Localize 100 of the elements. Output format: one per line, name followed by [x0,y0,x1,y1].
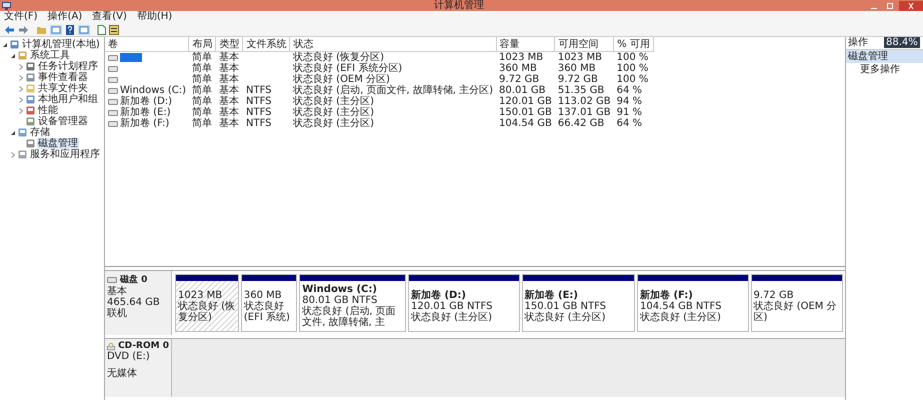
menu-item[interactable]: 查看(V) [92,11,127,23]
tree-item[interactable]: 设备管理器 [37,116,89,127]
expanded-arrow-icon[interactable] [2,42,8,48]
partition-size: 80.01 GB NTFS [302,295,378,306]
table-cell: 基本 [218,63,239,74]
menu-item[interactable]: 文件(F) [4,11,38,23]
tree-item[interactable]: 性能 [37,105,59,116]
table-cell: 状态良好 (启动, 页面文件, 故障转储, 主分区) [292,85,494,96]
action-link[interactable]: 更多操作 [846,63,923,76]
column-header[interactable]: 容量 [496,37,555,52]
forward-arrow-icon[interactable] [18,24,29,34]
table-cell: 91 % [616,107,642,118]
partition-block[interactable]: 新加卷 (E:) 150.01 GB NTFS 状态良好 (主分区) [522,274,635,332]
table-cell: 状态良好 (主分区) [292,96,374,107]
column-header[interactable]: 卷 [105,37,189,52]
table-cell: 简单 [192,52,212,63]
partition-size: 150.01 GB NTFS [524,300,608,312]
table-cell: 9.72 GB [499,74,540,85]
table-cell: 360 MB [558,63,596,74]
properties-icon[interactable] [109,24,119,34]
disk-info: 无媒体 [107,368,138,379]
table-cell: 状态良好 (OEM 分区) [292,74,390,85]
tree-item[interactable]: 本地用户和组 [37,94,99,105]
column-header[interactable]: 可用空间 [554,37,614,52]
table-cell: 80.01 GB [499,85,546,96]
disk-info: 基本 [107,286,128,297]
partition-size: 360 MB [244,290,283,300]
table-cell: 简单 [192,118,212,129]
table-cell: 100 % [616,52,648,63]
column-header[interactable]: 文件系统 [242,37,290,52]
tree-node-icon [18,128,27,137]
menu-item[interactable]: 帮助(H) [136,11,172,23]
disk-name: CD-ROM 0 [118,341,169,351]
expanded-arrow-icon[interactable] [10,52,16,58]
partition-block[interactable]: 新加卷 (D:) 120.01 GB NTFS 状态良好 (主分区) [408,274,520,332]
partition-block[interactable]: 新加卷 (F:) 104.54 GB NTFS 状态良好 (主分区) [636,274,749,332]
column-header[interactable]: 布局 [188,37,216,52]
panel-icon[interactable] [50,24,62,34]
expanded-arrow-icon[interactable] [10,130,16,136]
document-icon[interactable] [97,24,106,34]
table-cell: 100 % [616,74,648,85]
table-cell: 基本 [218,52,239,63]
partition-status: 状态良好 (主分区) [640,312,722,322]
partition-block[interactable]: 9.72 GB 状态良好 (OEM 分区) [750,274,843,332]
partition-size: 120.01 GB NTFS [410,300,494,312]
table-cell: 1023 MB [499,52,544,63]
tree-node-icon [18,150,27,159]
partition-status: 状态良好 (EFI 系统) [244,300,291,322]
column-header[interactable]: 状态 [290,37,496,52]
table-cell: 基本 [218,74,239,85]
table-cell: NTFS [246,107,272,118]
tree-item[interactable]: 任务计划程序 [37,61,99,72]
partition-block[interactable]: 360 MB 状态良好 (EFI 系统) [240,274,298,332]
table-cell: 9.72 GB [558,74,598,85]
tree-item[interactable]: 共享文件夹 [37,83,89,94]
table-cell: 简单 [192,63,212,74]
table-cell: 基本 [218,96,239,107]
table-cell: 简单 [192,85,212,96]
tree-node-icon [26,73,35,82]
column-header[interactable]: % 可用 [614,37,654,52]
tree-item[interactable]: 磁盘管理 [37,138,79,149]
table-cell: 51.35 GB [558,85,604,96]
table-cell: NTFS [246,85,272,96]
table-cell: 1023 MB [558,52,602,63]
back-arrow-icon[interactable] [4,24,15,34]
partition-status: 状态良好 (主分区) [524,312,607,322]
percentage-tooltip: 88.4% [884,37,920,48]
table-cell: 基本 [218,118,239,129]
partition-size: 9.72 GB [754,290,795,300]
table-cell: 新加卷 (E:) [120,107,171,118]
table-cell: 简单 [192,96,212,107]
table-cell: 状态良好 (恢复分区) [292,52,384,63]
table-cell: 基本 [218,107,239,118]
partition-title: Windows (C:) [302,284,378,295]
table-cell: 新加卷 (D:) [120,96,172,107]
partition-block[interactable]: Windows (C:) 80.01 GB NTFS 状态良好 (启动, 页面文件, 故障转储, 主 [299,274,406,332]
table-cell: 104.54 GB [499,118,552,129]
partition-size: 1023 MB [178,290,224,300]
window-title: 计算机管理 [433,0,485,11]
tree-item[interactable]: 服务和应用程序 [29,149,101,160]
tree-node-icon [26,84,35,93]
tree-item[interactable]: 计算机管理(本地) [21,39,101,50]
disk-name: 磁盘 0 [120,274,148,286]
column-header[interactable]: 类型 [216,37,243,52]
partition-block[interactable]: 1023 MB 状态良好 (恢复分区) [175,274,239,332]
partition-title: 新加卷 (F:) [640,290,694,300]
menu-item[interactable]: 操作(A) [48,11,82,23]
tree-item[interactable]: 存储 [29,127,51,138]
tree-node-icon [18,51,27,60]
help-icon[interactable] [65,24,75,34]
table-cell: 150.01 GB [499,107,552,118]
table-cell: 137.01 GB [558,107,611,118]
tree-item[interactable]: 系统工具 [29,50,71,61]
partition-status: 状态良好 (恢复分区) [178,300,236,322]
table-cell: 100 % [616,63,648,74]
close-icon[interactable] [899,0,923,10]
panel-icon[interactable] [78,24,90,34]
tree-item[interactable]: 事件查看器 [37,72,89,83]
actions-section[interactable]: 磁盘管理 [846,50,923,63]
table-cell: 113.02 GB [558,96,611,107]
